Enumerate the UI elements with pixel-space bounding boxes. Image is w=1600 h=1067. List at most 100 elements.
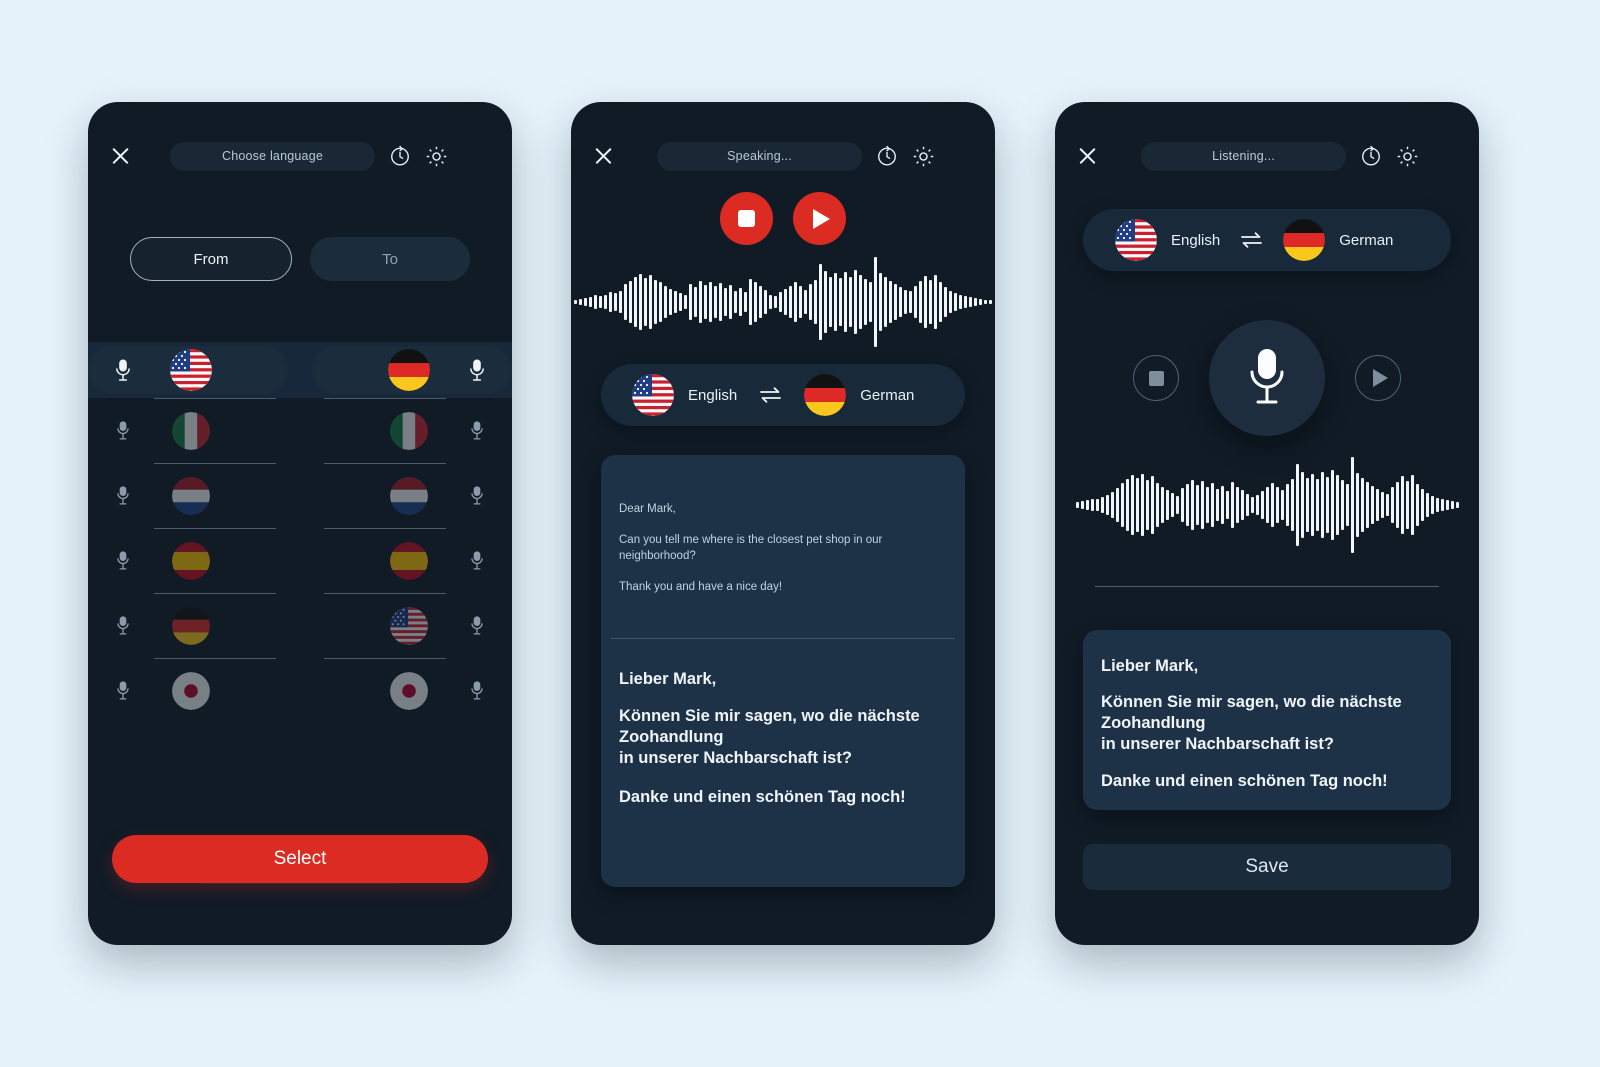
waveform-bar [934,275,937,329]
waveform-bar [574,299,577,305]
save-button[interactable]: Save [1083,844,1451,890]
waveform-bar [1415,483,1419,527]
from-language-option[interactable] [88,398,288,463]
close-icon[interactable] [1075,143,1101,169]
waveform-bar [974,297,977,307]
waveform-bar [794,282,797,322]
waveform-bar [714,286,717,318]
waveform-bar [1330,469,1334,541]
waveform-bar [949,290,952,314]
language-pair-bar[interactable]: English German [1083,209,1451,271]
gear-icon[interactable] [912,145,935,168]
swap-icon[interactable] [1240,231,1263,249]
microphone-icon [114,485,132,506]
waveform-bar [1265,487,1269,523]
waveform-bar [1090,499,1094,511]
waveform-bar [914,285,917,319]
waveform-bar [1275,486,1279,524]
close-icon[interactable] [108,143,134,169]
selected-from-language[interactable] [88,346,288,394]
language-pair-bar[interactable]: English German [601,364,965,426]
microphone-controls [1055,320,1479,436]
source-line: Thank you and have a nice day! [619,581,783,594]
waveform-bar [1105,494,1109,516]
play-button[interactable] [793,192,846,245]
waveform-bar [979,298,982,306]
waveform-bar [664,285,667,319]
gear-icon[interactable] [425,145,448,168]
waveform-bar [1255,494,1259,516]
waveform-bar [1230,481,1234,529]
waveform-bar [1190,480,1194,530]
waveform-bar [1400,476,1404,534]
select-button[interactable]: Select [112,835,488,883]
waveform-bar [1135,478,1139,532]
status-title: Listening... [1141,141,1346,171]
target-line: Können Sie mir sagen, wo die nächste Zoo… [619,706,920,768]
waveform-bar [1260,491,1264,519]
play-button[interactable] [1355,355,1401,401]
waveform-bar [1220,485,1224,525]
waveform-bar [899,287,902,317]
record-mic-button[interactable] [1209,320,1325,436]
waveform-bar [959,294,962,310]
de-flag [172,606,210,645]
waveform-bar [1170,493,1174,517]
source-line: Can you tell me where is the closest pet… [619,533,883,563]
stop-button[interactable] [1133,355,1179,401]
waveform-bar [1180,488,1184,522]
waveform-bar [1225,491,1229,519]
waveform-bar [784,288,787,316]
close-icon[interactable] [591,143,617,169]
gear-icon[interactable] [1396,145,1419,168]
to-language-option[interactable] [312,658,512,723]
waveform-bar [699,280,702,324]
waveform-bar [884,277,887,327]
waveform-bar [634,277,637,327]
history-clock-icon[interactable] [876,145,898,167]
waveform-bar [1250,496,1254,514]
from-language-option[interactable] [88,463,288,528]
waveform-bar [1395,481,1399,529]
selected-to-language[interactable] [312,346,512,394]
waveform-bar [1295,464,1299,546]
translation-card: Dear Mark, Can you tell me where is the … [601,455,965,887]
us-flag [1115,219,1157,261]
target-line: Danke und einen schönen Tag noch! [1101,772,1388,791]
it-flag [390,411,428,450]
translation-card: Lieber Mark, Können Sie mir sagen, wo di… [1083,630,1451,810]
waveform-bar [829,277,832,327]
phone-screen-listening: Listening... English German Lieber Mark,… [1055,102,1479,945]
waveform-bar [924,275,927,329]
from-language-option[interactable] [88,528,288,593]
header-icon-group [389,145,448,168]
target-language-label: German [1339,231,1394,249]
waveform-bar [1455,502,1459,508]
waveform-bar [1355,472,1359,538]
to-language-option[interactable] [312,398,512,463]
to-language-option[interactable] [312,528,512,593]
language-option-row [88,463,512,528]
to-language-option[interactable] [312,593,512,658]
tab-from[interactable]: From [130,237,292,281]
microphone-icon [114,680,132,701]
swap-icon[interactable] [759,386,782,404]
waveform-bar [604,294,607,310]
history-clock-icon[interactable] [389,145,411,167]
waveform-bar [1245,493,1249,517]
waveform-bar [1445,500,1449,510]
target-line: Danke und einen schönen Tag noch! [619,788,906,807]
history-clock-icon[interactable] [1360,145,1382,167]
from-language-option[interactable] [88,593,288,658]
waveform-bar [1315,479,1319,531]
tab-to[interactable]: To [310,237,470,281]
waveform-bar [859,275,862,329]
to-language-option[interactable] [312,463,512,528]
waveform-bar [879,272,882,332]
waveform-bar [1200,481,1204,529]
stop-button[interactable] [720,192,773,245]
audio-waveform [1055,457,1479,553]
waveform-bar [749,279,752,325]
waveform-bar [1080,501,1084,509]
from-language-option[interactable] [88,658,288,723]
